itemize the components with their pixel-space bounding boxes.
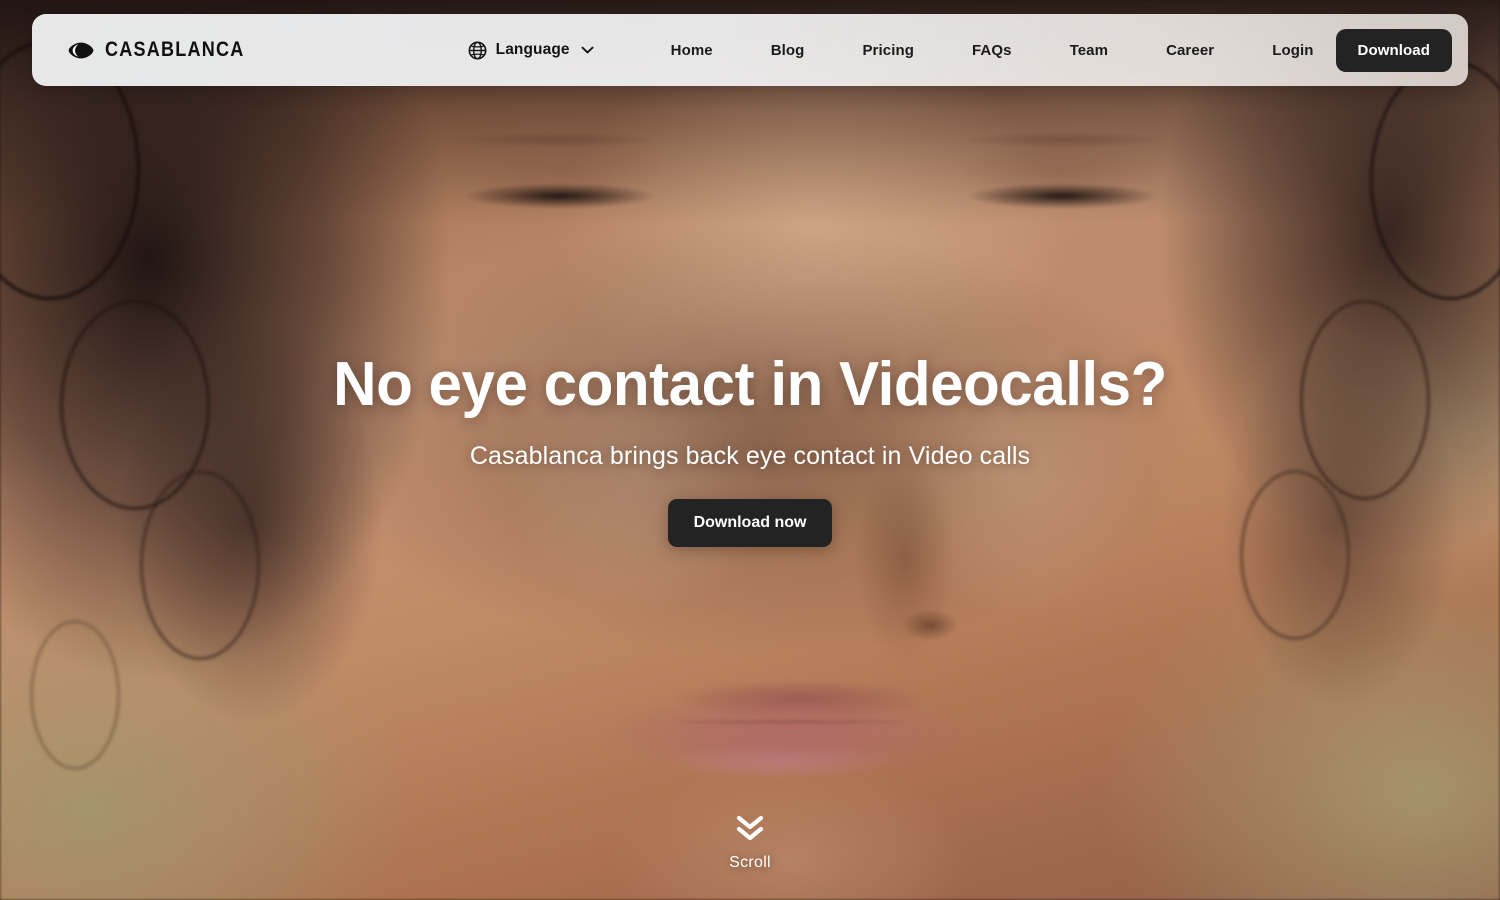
scroll-label: Scroll bbox=[729, 854, 771, 871]
language-selector[interactable]: Language bbox=[468, 41, 594, 60]
chevron-down-icon bbox=[581, 46, 594, 54]
scroll-indicator[interactable]: Scroll bbox=[0, 812, 1500, 872]
nav-link-team[interactable]: Team bbox=[1041, 42, 1137, 59]
nav-link-blog[interactable]: Blog bbox=[742, 42, 834, 59]
hero-subtitle: Casablanca brings back eye contact in Vi… bbox=[469, 441, 1031, 470]
hero-title: No eye contact in Videocalls? bbox=[333, 350, 1167, 419]
brand-logo[interactable]: CASABLANCA bbox=[68, 38, 267, 62]
hero-content: No eye contact in Videocalls? Casablanca… bbox=[0, 352, 1500, 547]
language-label: Language bbox=[495, 41, 570, 58]
main-navbar: CASABLANCA Language Home Blog Pricing FA… bbox=[32, 14, 1468, 86]
brand-name: CASABLANCA bbox=[105, 38, 245, 61]
navbar-download-button[interactable]: Download bbox=[1335, 28, 1452, 72]
globe-icon bbox=[468, 41, 487, 59]
nav-link-login[interactable]: Login bbox=[1243, 42, 1335, 59]
nav-link-career[interactable]: Career bbox=[1137, 42, 1243, 59]
double-chevron-down-icon bbox=[736, 815, 764, 841]
hero-download-now-button[interactable]: Download now bbox=[667, 498, 833, 547]
navbar-links: Home Blog Pricing FAQs Team Career Login bbox=[642, 42, 1336, 59]
eye-icon bbox=[68, 42, 94, 58]
hero-section: CASABLANCA Language Home Blog Pricing FA… bbox=[0, 0, 1500, 900]
nav-link-home[interactable]: Home bbox=[642, 42, 742, 59]
nav-link-pricing[interactable]: Pricing bbox=[833, 42, 943, 59]
navbar-right-group: Language Home Blog Pricing FAQs Team Car… bbox=[468, 28, 1452, 72]
nav-link-faqs[interactable]: FAQs bbox=[943, 42, 1041, 59]
